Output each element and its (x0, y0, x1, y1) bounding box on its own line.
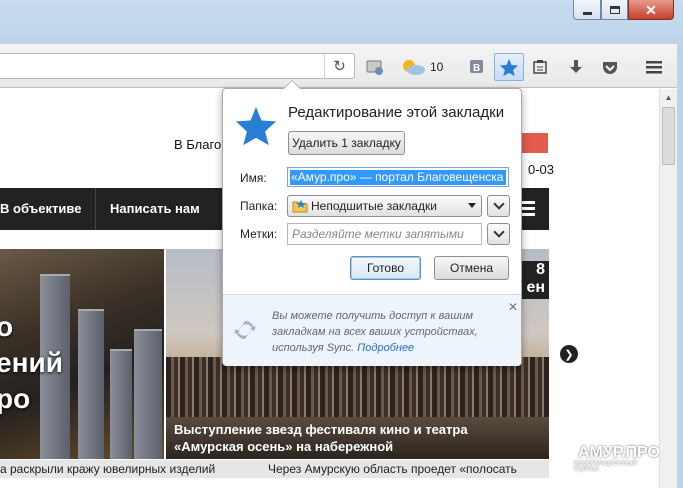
folder-label: Папка: (240, 199, 278, 213)
chevron-down-icon (492, 226, 505, 238)
nav-item-objective[interactable]: В объективе (0, 201, 81, 216)
close-icon: ✕ (645, 1, 657, 18)
bookmark-star-icon (235, 106, 277, 146)
sync-promo: Вы можете получить доступ к вашим заклад… (223, 294, 521, 366)
maximize-button[interactable] (601, 0, 628, 20)
close-window-button[interactable]: ✕ (628, 0, 674, 20)
edit-bookmark-panel: Редактирование этой закладки Удалить 1 з… (222, 81, 522, 366)
rss-reader-icon[interactable] (364, 56, 386, 78)
ticker-item[interactable]: а раскрыли кражу ювелирных изделий (0, 462, 215, 476)
svg-text:B: B (473, 63, 480, 74)
tags-input[interactable]: Разделяйте метки запятыми (287, 223, 482, 245)
chevron-right-icon: ❯ (564, 348, 574, 361)
chevron-down-icon (492, 198, 505, 210)
done-button[interactable]: Готово (350, 256, 421, 280)
remove-bookmark-button[interactable]: Удалить 1 закладку (288, 131, 405, 155)
tags-expander[interactable] (487, 223, 510, 245)
folder-tree-expander[interactable] (487, 195, 510, 217)
panel-title: Редактирование этой закладки (288, 104, 505, 121)
folder-icon (292, 200, 308, 213)
pocket-icon[interactable] (599, 56, 621, 78)
site-logo-subtitle: ИНФОРМАЦИОННЫЙ ПОРТАЛ (574, 461, 637, 473)
sync-learn-more-link[interactable]: Подробнее (357, 342, 414, 354)
weather-icon[interactable] (398, 56, 428, 78)
crowd-photo (166, 357, 549, 417)
site-city-text: В Благо (174, 137, 222, 152)
weather-temperature: 10 (430, 60, 444, 74)
maximize-icon (609, 5, 620, 14)
site-menu-icon[interactable] (521, 201, 535, 219)
nav-divider (95, 188, 96, 230)
minimize-icon (582, 11, 592, 15)
folder-value: Неподшитые закладки (311, 199, 437, 213)
cancel-button[interactable]: Отмена (434, 256, 509, 280)
site-logo: АМУР.ПРО (578, 444, 659, 461)
hero-image-left[interactable]: о ений ро (0, 249, 164, 459)
menu-hamburger-icon[interactable] (643, 56, 665, 78)
hero-caption[interactable]: Выступление звезд фестиваля кино и театр… (174, 421, 534, 455)
site-date: 0-03 (528, 162, 555, 177)
scroll-thumb[interactable] (662, 107, 675, 165)
bookmark-star-button[interactable] (494, 53, 524, 81)
hero-date-box: 8 ен (520, 261, 549, 299)
nav-item-contact[interactable]: Написать нам (110, 201, 200, 216)
reload-button[interactable]: ↻ (324, 54, 354, 78)
star-icon (499, 58, 519, 76)
close-icon[interactable]: ✕ (508, 300, 518, 314)
tags-label: Метки: (240, 227, 278, 241)
minimize-button[interactable] (573, 0, 601, 20)
addon-b-icon[interactable]: B (466, 56, 488, 78)
slider-next-button[interactable]: ❯ (560, 345, 578, 363)
browser-window: ✕ ↻ 10 B В Благо 0-03 В объективе Написа… (0, 0, 683, 488)
navigation-toolbar: ↻ 10 B (0, 44, 683, 88)
folder-select[interactable]: Неподшитые закладки (287, 195, 482, 217)
url-bar[interactable]: ↻ (0, 53, 355, 79)
name-label: Имя: (240, 171, 267, 185)
bookmark-name-input[interactable]: «Амур.про» — портал Благовещенска и Приа… (287, 167, 509, 187)
bookmark-name-value: «Амур.про» — портал Благовещенска и Приа… (290, 170, 508, 185)
hero-left-headline: о ений ро (0, 311, 63, 414)
dropdown-arrow-icon (468, 203, 476, 208)
bookmarks-menu-icon[interactable] (529, 56, 551, 78)
title-bar: ✕ (0, 0, 683, 44)
news-ticker: а раскрыли кражу ювелирных изделий Через… (0, 460, 549, 478)
sync-icon (234, 321, 256, 339)
scroll-up-arrow-icon[interactable]: ▲ (660, 89, 677, 106)
vertical-scrollbar[interactable]: ▲ (659, 89, 677, 488)
sync-message: Вы можете получить доступ к вашим заклад… (272, 310, 478, 354)
window-frame-edge (677, 44, 683, 488)
ticker-item[interactable]: Через Амурскую область проедет «полосать (268, 462, 517, 476)
download-icon[interactable] (565, 56, 587, 78)
reload-icon: ↻ (333, 58, 346, 75)
